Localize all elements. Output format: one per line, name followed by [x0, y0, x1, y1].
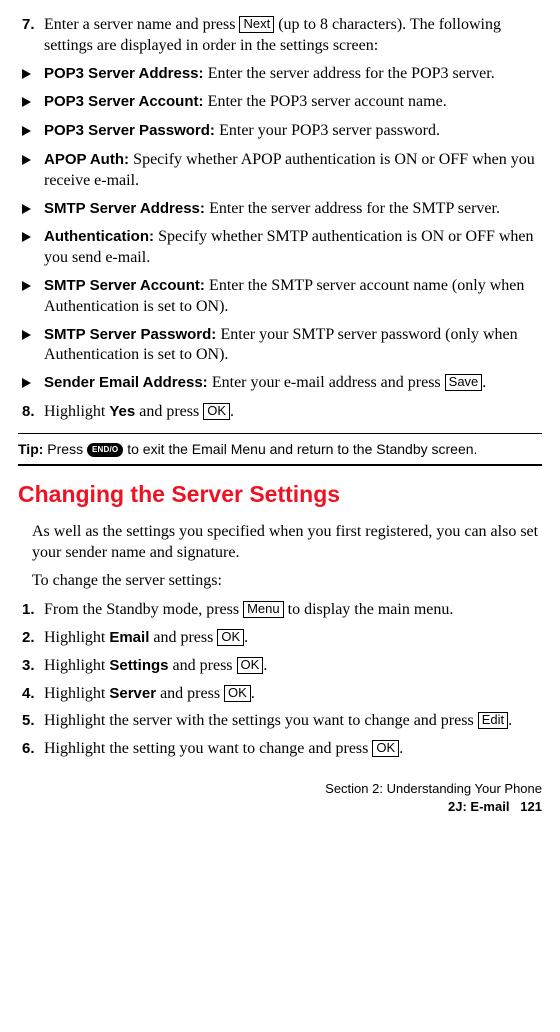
step-7-before: Enter a server name and press — [44, 16, 239, 33]
section-heading: Changing the Server Settings — [18, 480, 542, 510]
bullet-label: POP3 Server Account: — [44, 93, 208, 110]
step-5-before: Highlight the server with the settings y… — [44, 712, 478, 729]
bullet-desc: Enter your POP3 server password. — [219, 122, 440, 139]
step-4-before: Highlight — [44, 685, 109, 702]
step-3-after: . — [263, 657, 267, 674]
bullet-desc: Enter the POP3 server account name. — [208, 93, 447, 110]
step-8-number: 8. — [18, 402, 44, 423]
step-5: 5. Highlight the server with the setting… — [18, 711, 542, 732]
intro-paragraph-2: To change the server settings: — [32, 571, 542, 592]
step-6: 6. Highlight the setting you want to cha… — [18, 739, 542, 760]
bullet-pop3-password: POP3 Server Password: Enter your POP3 se… — [18, 121, 542, 143]
triangle-icon — [18, 92, 44, 114]
step-2-bold: Email — [109, 629, 149, 646]
tip-before: Press — [47, 441, 87, 457]
step-4-number: 4. — [18, 684, 44, 705]
step-4-bold: Server — [109, 685, 156, 702]
step-5-number: 5. — [18, 711, 44, 732]
bullet-label: SMTP Server Address: — [44, 200, 209, 217]
tip-lead: Tip: — [18, 441, 47, 457]
step-8-bold: Yes — [109, 403, 135, 420]
step-2-after: . — [244, 629, 248, 646]
bullet-smtp-account: SMTP Server Account: Enter the SMTP serv… — [18, 276, 542, 318]
tip-line: Tip: Press END/O to exit the Email Menu … — [18, 438, 542, 460]
bullet-label: POP3 Server Password: — [44, 122, 219, 139]
step-2: 2. Highlight Email and press OK. — [18, 628, 542, 649]
bullet-pop3-address: POP3 Server Address: Enter the server ad… — [18, 64, 542, 86]
step-6-before: Highlight the setting you want to change… — [44, 740, 372, 757]
step-7: 7. Enter a server name and press Next (u… — [18, 15, 542, 57]
step-1: 1. From the Standby mode, press Menu to … — [18, 600, 542, 621]
step-4: 4. Highlight Server and press OK. — [18, 684, 542, 705]
bullet-label: APOP Auth: — [44, 151, 133, 168]
footer-section-line: Section 2: Understanding Your Phone — [18, 780, 542, 798]
step-1-after: to display the main menu. — [284, 601, 454, 618]
bullet-label: Sender Email Address: — [44, 374, 212, 391]
ok-button: OK — [372, 740, 399, 757]
bullet-after: . — [482, 374, 486, 391]
ok-button: OK — [203, 403, 230, 420]
step-3-before: Highlight — [44, 657, 109, 674]
edit-button: Edit — [478, 712, 508, 729]
triangle-icon — [18, 373, 44, 395]
triangle-icon — [18, 276, 44, 318]
triangle-icon — [18, 199, 44, 221]
triangle-icon — [18, 150, 44, 192]
step-4-after: . — [251, 685, 255, 702]
step-3-number: 3. — [18, 656, 44, 677]
tip-after: to exit the Email Menu and return to the… — [123, 441, 477, 457]
triangle-icon — [18, 325, 44, 367]
triangle-icon — [18, 227, 44, 269]
bullet-sender-email: Sender Email Address: Enter your e-mail … — [18, 373, 542, 395]
step-3-mid: and press — [169, 657, 237, 674]
end-key-icon: END/O — [87, 443, 123, 457]
bullet-before: Enter your e-mail address and press — [212, 374, 445, 391]
step-8-before: Highlight — [44, 403, 109, 420]
ok-button: OK — [224, 685, 251, 702]
bullet-label: SMTP Server Password: — [44, 326, 220, 343]
bullet-label: SMTP Server Account: — [44, 277, 209, 294]
bullet-smtp-address: SMTP Server Address: Enter the server ad… — [18, 199, 542, 221]
step-8: 8. Highlight Yes and press OK. — [18, 402, 542, 423]
bullet-smtp-password: SMTP Server Password: Enter your SMTP se… — [18, 325, 542, 367]
footer-page-number: 121 — [520, 799, 542, 814]
bullet-pop3-account: POP3 Server Account: Enter the POP3 serv… — [18, 92, 542, 114]
tip-rule-top — [18, 433, 542, 434]
step-5-after: . — [508, 712, 512, 729]
step-7-number: 7. — [18, 15, 44, 57]
footer-chapter: 2J: E-mail — [448, 799, 509, 814]
step-4-mid: and press — [156, 685, 224, 702]
step-2-number: 2. — [18, 628, 44, 649]
step-1-number: 1. — [18, 600, 44, 621]
step-2-mid: and press — [149, 629, 217, 646]
step-3: 3. Highlight Settings and press OK. — [18, 656, 542, 677]
ok-button: OK — [237, 657, 264, 674]
bullet-desc: Enter the server address for the POP3 se… — [208, 65, 495, 82]
triangle-icon — [18, 121, 44, 143]
bullet-apop-auth: APOP Auth: Specify whether APOP authenti… — [18, 150, 542, 192]
triangle-icon — [18, 64, 44, 86]
intro-paragraph-1: As well as the settings you specified wh… — [32, 522, 542, 564]
step-6-after: . — [399, 740, 403, 757]
bullet-label: Authentication: — [44, 228, 158, 245]
page-footer: Section 2: Understanding Your Phone 2J: … — [18, 780, 542, 815]
step-8-mid: and press — [135, 403, 203, 420]
tip-rule-bottom — [18, 464, 542, 466]
save-button: Save — [445, 374, 483, 391]
next-button: Next — [239, 16, 274, 33]
bullet-desc: Enter the server address for the SMTP se… — [209, 200, 500, 217]
ok-button: OK — [217, 629, 244, 646]
menu-button: Menu — [243, 601, 284, 618]
step-7-text: Enter a server name and press Next (up t… — [44, 15, 542, 57]
step-6-number: 6. — [18, 739, 44, 760]
step-1-before: From the Standby mode, press — [44, 601, 243, 618]
bullet-authentication: Authentication: Specify whether SMTP aut… — [18, 227, 542, 269]
step-3-bold: Settings — [109, 657, 168, 674]
step-2-before: Highlight — [44, 629, 109, 646]
footer-page-line: 2J: E-mail 121 — [18, 798, 542, 816]
step-8-after: . — [230, 403, 234, 420]
bullet-label: POP3 Server Address: — [44, 65, 208, 82]
